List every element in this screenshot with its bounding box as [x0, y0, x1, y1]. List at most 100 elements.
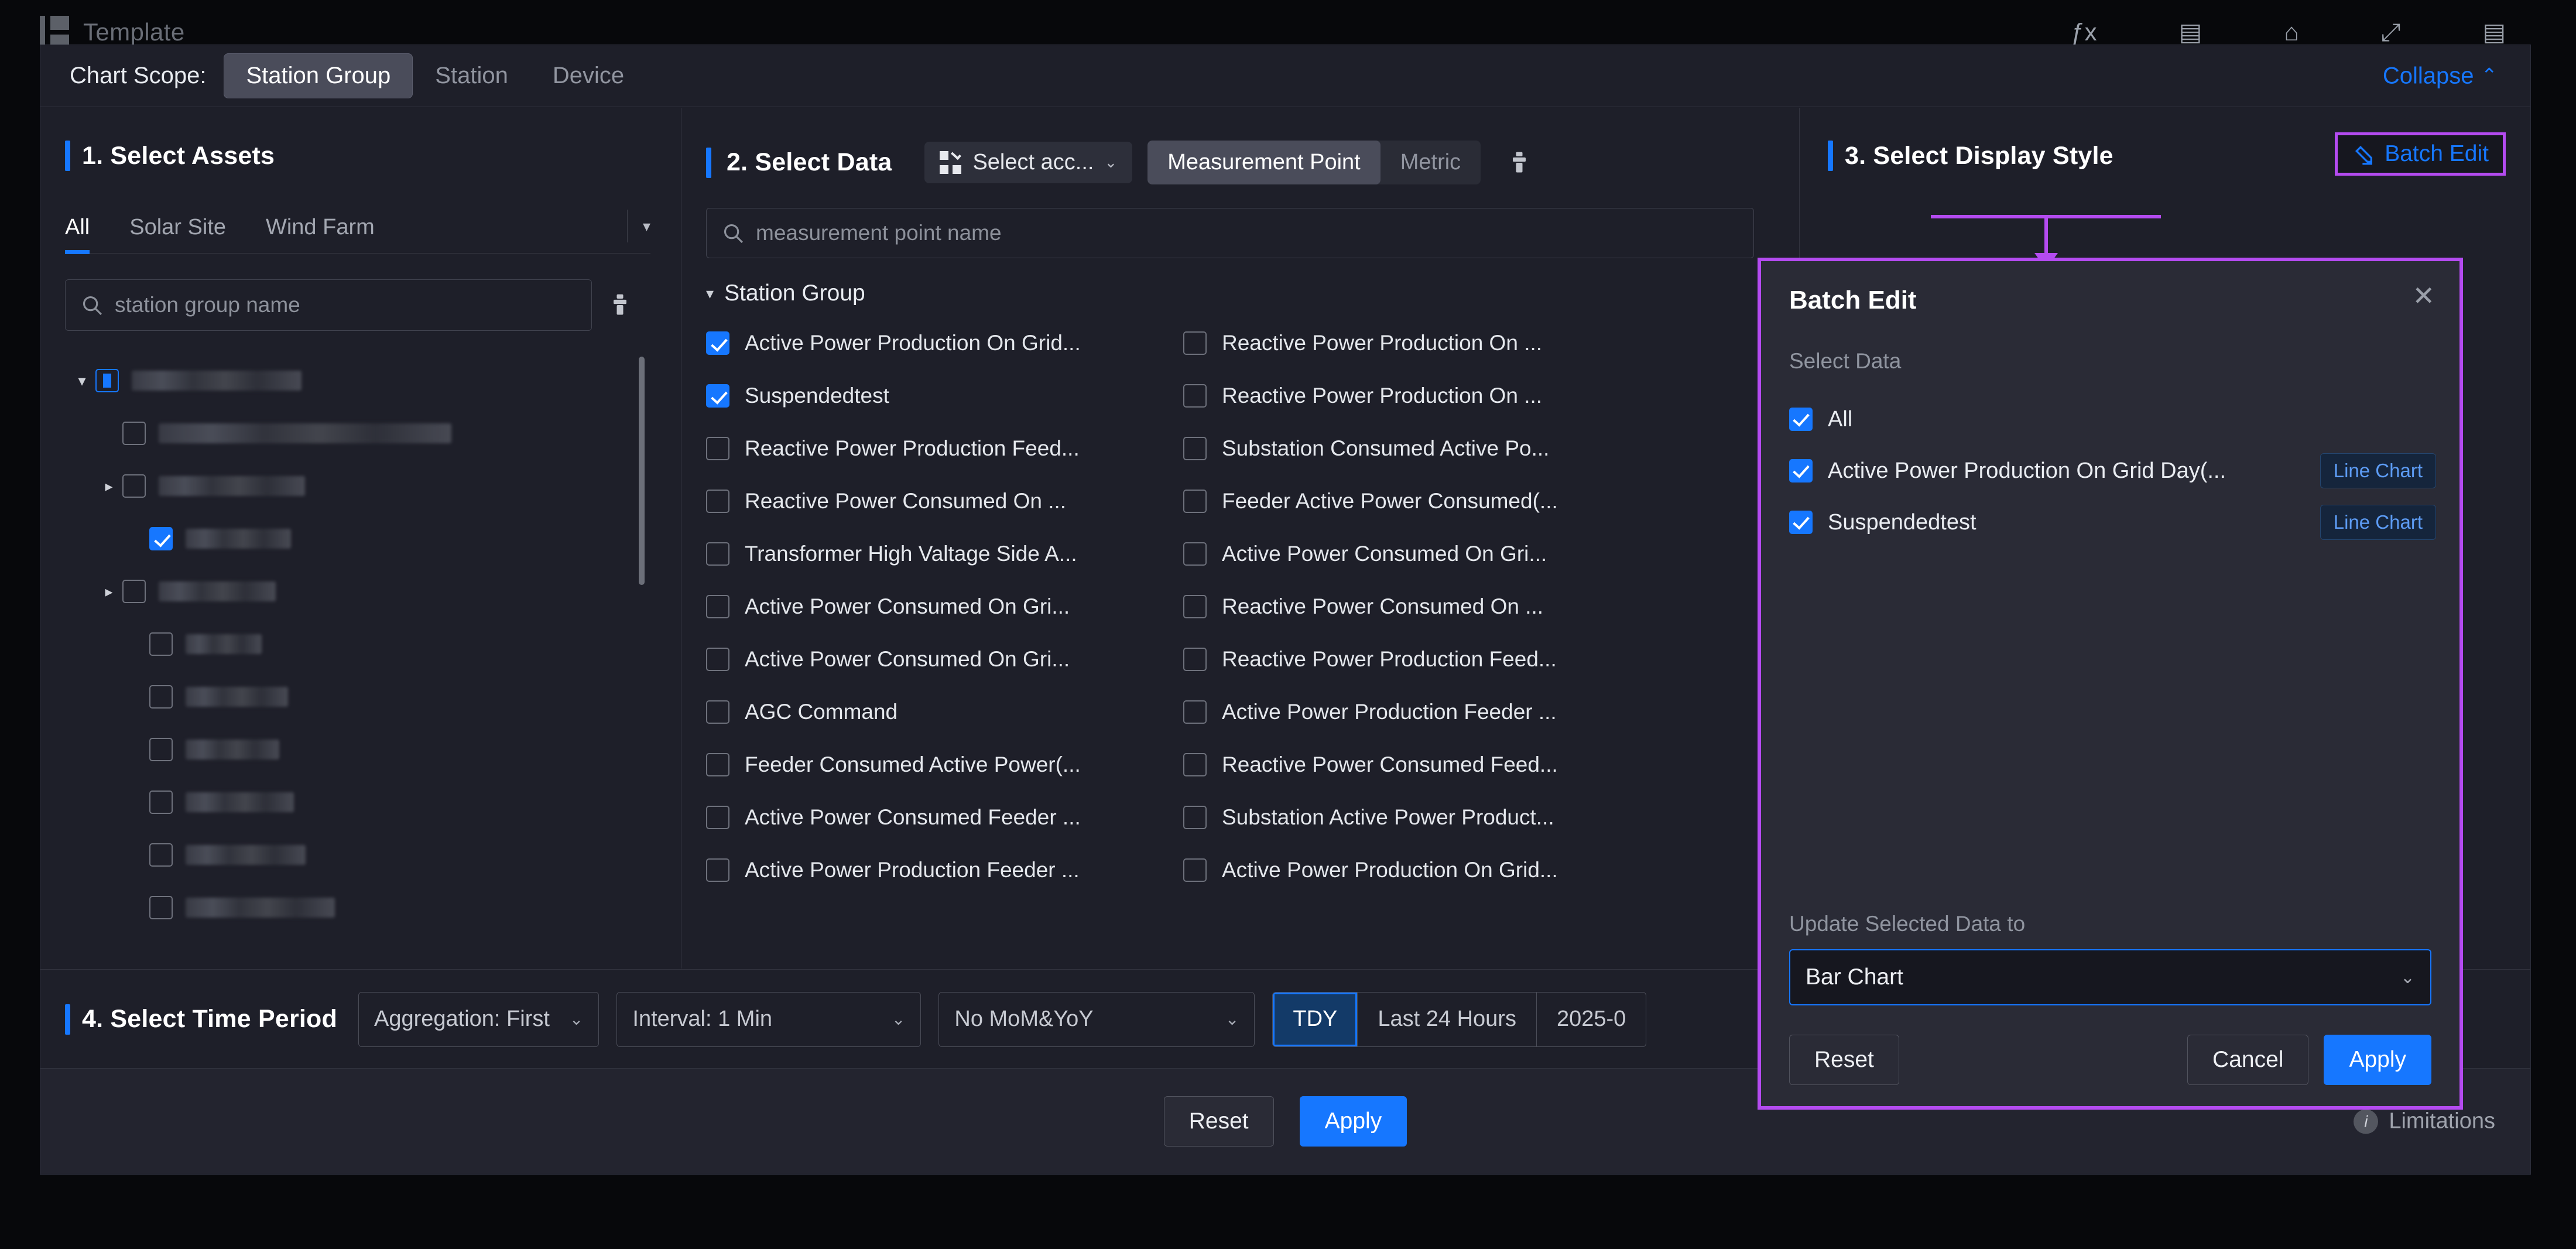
tree-item-checkbox[interactable]: [149, 685, 173, 709]
measurement-point-checkbox[interactable]: [706, 648, 729, 671]
scope-option-device[interactable]: Device: [530, 53, 646, 98]
batch-edit-row-checkbox[interactable]: [1789, 408, 1813, 431]
tree-item-checkbox[interactable]: [149, 791, 173, 814]
measurement-point-checkbox[interactable]: [706, 806, 729, 829]
measurement-point-item[interactable]: Reactive Power Consumed On ...: [1183, 580, 1660, 633]
measurement-point-item[interactable]: Active Power Consumed On Gri...: [1183, 528, 1660, 580]
time-range-tdy[interactable]: TDY: [1273, 993, 1358, 1046]
measurement-point-search[interactable]: measurement point name: [706, 208, 1754, 258]
expand-icon[interactable]: ⤢: [2381, 20, 2401, 45]
batch-edit-button[interactable]: Batch Edit: [2335, 132, 2506, 176]
station-group-node[interactable]: ▾ Station Group: [706, 280, 1799, 306]
tree-item[interactable]: [68, 670, 654, 723]
batch-edit-row-chart-type[interactable]: Line Chart: [2320, 453, 2436, 488]
tree-item-checkbox[interactable]: [149, 738, 173, 761]
tree-item-checkbox[interactable]: [149, 843, 173, 867]
measurement-point-checkbox[interactable]: [1183, 753, 1207, 776]
measurement-point-item[interactable]: Reactive Power Production Feed...: [1183, 633, 1660, 686]
measurement-point-item[interactable]: Transformer High Valtage Side A...: [706, 528, 1183, 580]
measurement-point-checkbox[interactable]: [706, 490, 729, 513]
mom-yoy-select[interactable]: No MoM&YoY ⌄: [938, 992, 1255, 1047]
tree-item[interactable]: [68, 512, 654, 565]
measurement-point-item[interactable]: Active Power Consumed On Gri...: [706, 580, 1183, 633]
tree-item[interactable]: [68, 776, 654, 829]
measurement-point-checkbox[interactable]: [1183, 648, 1207, 671]
tree-item-checkbox[interactable]: [122, 474, 146, 498]
measurement-point-checkbox[interactable]: [706, 753, 729, 776]
measurement-point-checkbox[interactable]: [706, 700, 729, 724]
measurement-point-checkbox[interactable]: [706, 384, 729, 408]
measurement-point-checkbox[interactable]: [1183, 595, 1207, 618]
measurement-point-item[interactable]: AGC Command: [706, 686, 1183, 738]
batch-edit-row-checkbox[interactable]: [1789, 459, 1813, 483]
close-icon[interactable]: ✕: [2412, 282, 2435, 309]
measurement-point-item[interactable]: Reactive Power Production On ...: [1183, 369, 1660, 422]
select-account-button[interactable]: Select acc... ⌄: [924, 142, 1132, 183]
chevron-right-icon[interactable]: ▸: [95, 477, 122, 495]
data-type-measurement-point[interactable]: Measurement Point: [1147, 141, 1381, 184]
tree-item-checkbox[interactable]: [149, 896, 173, 919]
aggregation-select[interactable]: Aggregation: First ⌄: [358, 992, 599, 1047]
measurement-point-item[interactable]: Active Power Production Feeder ...: [706, 844, 1183, 896]
tree-item[interactable]: ▸: [68, 460, 654, 512]
tree-item-checkbox[interactable]: [95, 369, 119, 392]
time-range-last-24-hours[interactable]: Last 24 Hours: [1358, 993, 1537, 1046]
chevron-down-icon[interactable]: ▾: [68, 372, 95, 390]
measurement-point-checkbox[interactable]: [1183, 542, 1207, 566]
asset-tabs-overflow[interactable]: ▾: [627, 210, 650, 253]
measurement-point-item[interactable]: Reactive Power Production On ...: [1183, 317, 1660, 369]
interval-select[interactable]: Interval: 1 Min ⌄: [616, 992, 921, 1047]
station-group-search[interactable]: station group name: [65, 279, 592, 331]
batch-edit-row[interactable]: All: [1789, 393, 2436, 445]
measurement-point-item[interactable]: Substation Consumed Active Po...: [1183, 422, 1660, 475]
measurement-point-checkbox[interactable]: [706, 858, 729, 882]
measurement-point-item[interactable]: Feeder Active Power Consumed(...: [1183, 475, 1660, 528]
time-range-date[interactable]: 2025-0: [1537, 993, 1646, 1046]
tree-item-checkbox[interactable]: [149, 632, 173, 656]
measurement-point-checkbox[interactable]: [1183, 700, 1207, 724]
measurement-point-checkbox[interactable]: [706, 542, 729, 566]
measurement-point-item[interactable]: Suspendedtest: [706, 369, 1183, 422]
brush-icon[interactable]: [607, 292, 633, 318]
tree-item[interactable]: [68, 829, 654, 881]
batch-edit-row[interactable]: SuspendedtestLine Chart: [1789, 497, 2436, 548]
reset-button[interactable]: Reset: [1164, 1096, 1274, 1147]
measurement-point-item[interactable]: Substation Active Power Product...: [1183, 791, 1660, 844]
limitations-link[interactable]: i Limitations: [2354, 1109, 2495, 1134]
measurement-point-item[interactable]: Active Power Consumed On Gri...: [706, 633, 1183, 686]
chevron-right-icon[interactable]: ▸: [95, 583, 122, 601]
measurement-point-item[interactable]: Active Power Production Feeder ...: [1183, 686, 1660, 738]
collapse-button[interactable]: Collapse ⌃: [2383, 63, 2498, 89]
batch-edit-reset-button[interactable]: Reset: [1789, 1035, 1899, 1085]
measurement-point-checkbox[interactable]: [1183, 331, 1207, 355]
data-type-metric[interactable]: Metric: [1381, 141, 1481, 184]
batch-edit-row-chart-type[interactable]: Line Chart: [2320, 505, 2436, 540]
asset-tab-all[interactable]: All: [65, 215, 90, 253]
tree-item[interactable]: [68, 723, 654, 776]
measurement-point-checkbox[interactable]: [1183, 858, 1207, 882]
note-icon[interactable]: ▤: [2482, 20, 2506, 45]
tree-item[interactable]: [68, 407, 654, 460]
asset-tab-wind-farm[interactable]: Wind Farm: [266, 215, 375, 253]
batch-edit-apply-button[interactable]: Apply: [2324, 1035, 2431, 1085]
measurement-point-checkbox[interactable]: [706, 437, 729, 460]
measurement-point-checkbox[interactable]: [1183, 490, 1207, 513]
tree-item[interactable]: [68, 618, 654, 670]
fx-icon[interactable]: ƒx: [2071, 20, 2097, 45]
asset-tab-solar-site[interactable]: Solar Site: [129, 215, 226, 253]
batch-edit-row[interactable]: Active Power Production On Grid Day(...L…: [1789, 445, 2436, 497]
measurement-point-item[interactable]: Reactive Power Production Feed...: [706, 422, 1183, 475]
measurement-point-item[interactable]: Active Power Consumed Feeder ...: [706, 791, 1183, 844]
measurement-point-item[interactable]: Reactive Power Consumed Feed...: [1183, 738, 1660, 791]
measurement-point-checkbox[interactable]: [1183, 806, 1207, 829]
tree-scrollbar[interactable]: [639, 357, 645, 585]
measurement-point-item[interactable]: Feeder Consumed Active Power(...: [706, 738, 1183, 791]
tree-item-checkbox[interactable]: [149, 527, 173, 550]
home-icon[interactable]: ⌂: [2284, 20, 2298, 45]
batch-edit-row-checkbox[interactable]: [1789, 511, 1813, 534]
tree-item[interactable]: ▾: [68, 354, 654, 407]
tree-item-checkbox[interactable]: [122, 422, 146, 445]
tree-item[interactable]: ▸: [68, 565, 654, 618]
measurement-point-item[interactable]: Active Power Production On Grid...: [706, 317, 1183, 369]
scope-option-station[interactable]: Station: [413, 53, 530, 98]
